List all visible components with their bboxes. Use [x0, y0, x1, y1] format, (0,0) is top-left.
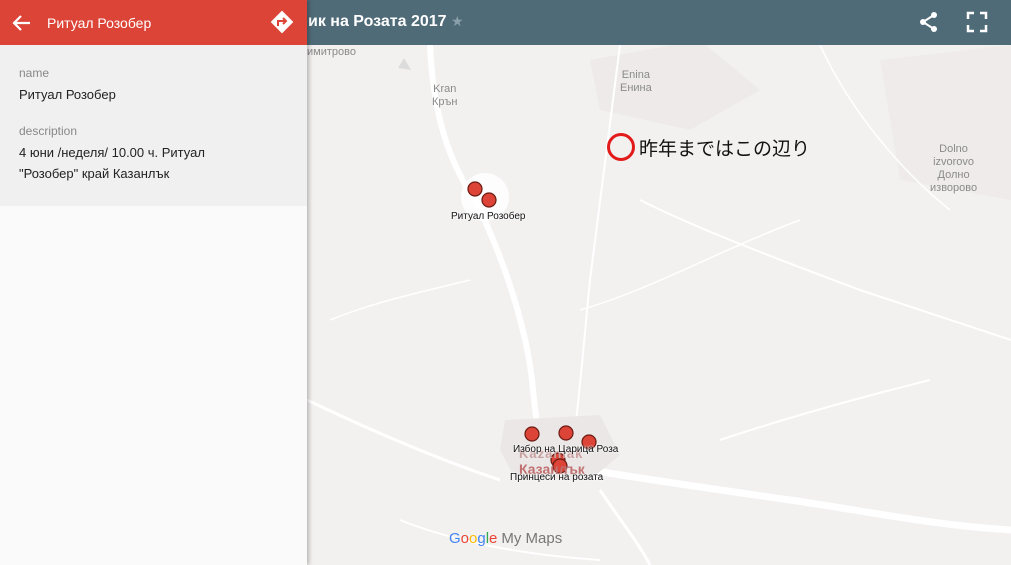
share-icon[interactable] [917, 10, 941, 34]
place-details: name Ритуал Розобер description 4 юни /н… [0, 45, 307, 206]
town-label-kran: Kran Крън [432, 83, 458, 108]
description-field-value: 4 юни /неделя/ 10.00 ч. Ритуал "Розобер"… [19, 145, 205, 181]
name-field-value: Ритуал Розобер [19, 87, 116, 102]
town-label-dimitrovo: имитрово [307, 46, 356, 58]
star-icon[interactable]: ★ [451, 13, 464, 30]
back-arrow-icon[interactable] [10, 11, 34, 35]
marker-label-rozober[interactable]: Ритуал Розобер [451, 211, 525, 222]
town-label-enina: Enina Енина [620, 69, 652, 94]
map-marker[interactable] [524, 426, 540, 442]
fullscreen-icon[interactable] [965, 10, 989, 34]
marker-label-princesi[interactable]: Принцеси на розата [510, 472, 603, 483]
map-marker[interactable] [558, 425, 574, 441]
map-title[interactable]: ик на Розата 2017 [308, 13, 447, 31]
name-field-label: name [19, 66, 50, 80]
google-my-maps-logo: Google My Maps [449, 530, 563, 547]
marker-label-izbor[interactable]: Избор на Царица Роза [513, 444, 618, 455]
town-label-dolno-izvorovo: Dolno izvorovo Долно изворово [930, 143, 978, 194]
details-panel: Ритуал Розобер name Ритуал Розобер descr… [0, 0, 307, 565]
description-field-label: description [19, 124, 78, 138]
directions-icon[interactable] [268, 8, 296, 36]
panel-header: Ритуал Розобер [0, 0, 307, 45]
map-marker[interactable] [467, 181, 483, 197]
map-marker-selected[interactable] [481, 192, 497, 208]
panel-title: Ритуал Розобер [47, 15, 152, 31]
annotation-circle [607, 133, 635, 161]
annotation-text: 昨年まではこの辺り [639, 139, 811, 160]
